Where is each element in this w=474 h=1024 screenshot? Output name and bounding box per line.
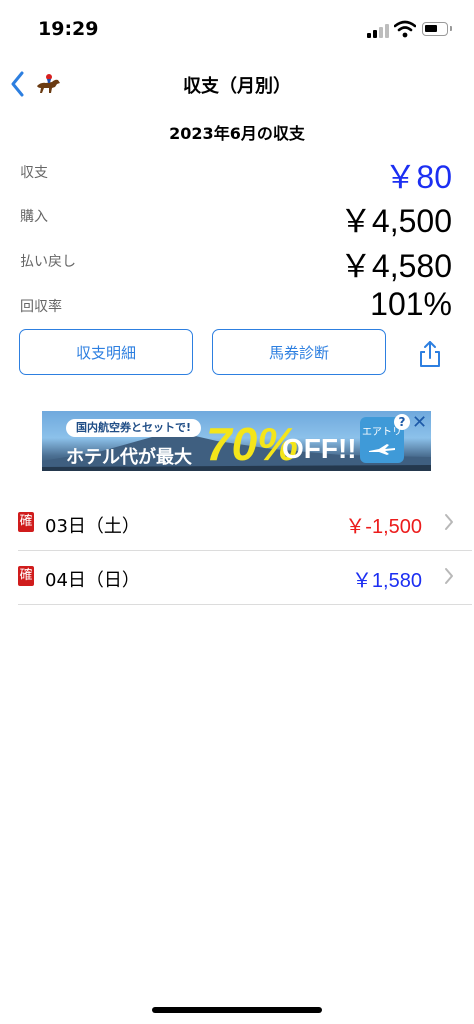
navigation-bar: 収支（月別） xyxy=(0,60,474,108)
ad-off-text: OFF!! xyxy=(282,433,357,464)
wifi-icon xyxy=(394,20,416,38)
day-label: 04日（日） xyxy=(45,570,140,591)
day-amount: ￥1,580 xyxy=(351,570,422,592)
purchase-label: 購入 xyxy=(20,209,48,225)
day-amount: ￥-1,500 xyxy=(345,516,422,538)
day-label: 03日（土） xyxy=(45,516,140,537)
month-title: 2023年6月の収支 xyxy=(169,124,305,143)
purchase-value: ￥4,500 xyxy=(339,203,452,239)
payout-value: ￥4,580 xyxy=(339,248,452,284)
balance-value: ￥80 xyxy=(384,159,452,195)
status-time: 19:29 xyxy=(38,18,99,40)
confirmed-badge: 確 xyxy=(18,566,34,586)
daily-list: 確 03日（土） ￥-1,500 確 04日（日） ￥1,580 xyxy=(18,497,472,605)
share-icon[interactable] xyxy=(416,339,444,369)
balance-detail-button[interactable]: 収支明細 xyxy=(19,329,193,375)
recovery-rate-value: 101% xyxy=(370,286,452,322)
ad-info-icon[interactable]: ? xyxy=(394,414,410,430)
battery-icon xyxy=(422,22,452,36)
page-title: 収支（月別） xyxy=(183,76,291,97)
payout-label: 払い戻し xyxy=(20,254,76,270)
ad-close-icon[interactable]: ✕ xyxy=(412,412,427,433)
airplane-icon xyxy=(369,444,395,455)
balance-label: 収支 xyxy=(20,165,48,181)
ad-main-text: ホテル代が最大 xyxy=(66,447,192,468)
ad-banner[interactable]: 国内航空券とセットで! ホテル代が最大 70% OFF!! エアトリ ? ✕ xyxy=(42,411,431,471)
status-bar: 19:29 xyxy=(0,0,474,60)
ad-pill-text: 国内航空券とセットで! xyxy=(66,419,202,437)
home-indicator xyxy=(152,1007,322,1013)
list-item[interactable]: 確 04日（日） ￥1,580 xyxy=(18,551,472,605)
recovery-rate-label: 回収率 xyxy=(20,299,62,315)
chevron-right-icon xyxy=(445,514,453,530)
chevron-right-icon xyxy=(445,568,453,584)
signal-icon xyxy=(367,24,389,38)
list-item[interactable]: 確 03日（土） ￥-1,500 xyxy=(18,497,472,551)
confirmed-badge: 確 xyxy=(18,512,34,532)
ticket-diagnosis-button[interactable]: 馬券診断 xyxy=(212,329,386,375)
